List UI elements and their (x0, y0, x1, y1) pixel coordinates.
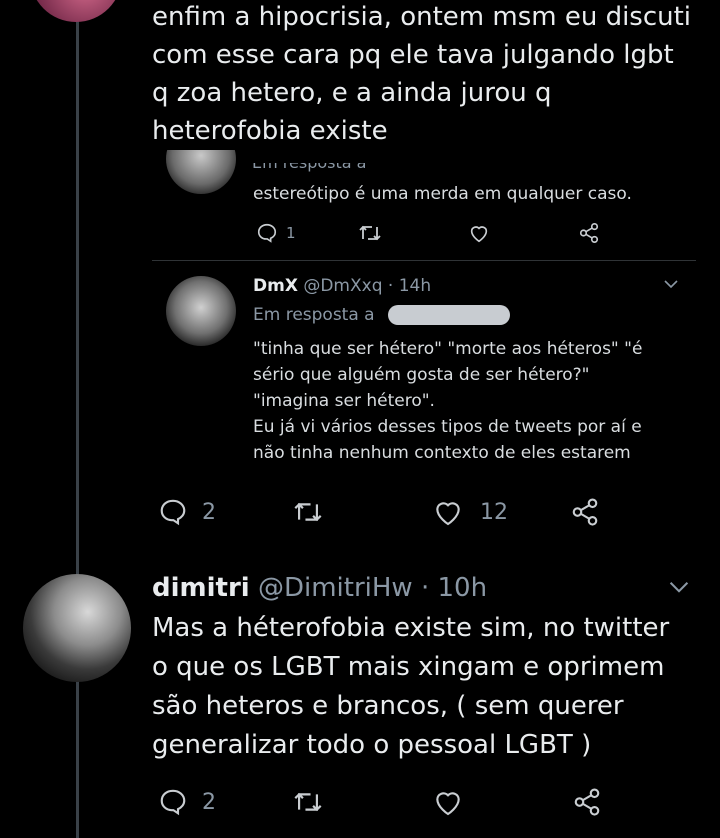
tweet-header: dimitri @DimitriHw · 10h (152, 571, 487, 605)
share-icon[interactable] (578, 222, 600, 244)
tweet-header: DmX @DmXxq · 14h (253, 275, 431, 298)
tweet-text-line: com esse cara pq ele tava julgando lgbt (152, 40, 674, 70)
display-name[interactable]: DmX (253, 276, 298, 296)
reply-icon[interactable] (256, 222, 278, 244)
handle[interactable]: @DimitriHw (258, 573, 413, 603)
divider (152, 260, 696, 261)
share-icon[interactable] (572, 787, 602, 817)
reply-count: 1 (286, 224, 296, 242)
tweet-text-line: "tinha que ser hétero" "morte aos hétero… (253, 339, 643, 359)
tweet-text-line: "imagina ser hétero". (253, 391, 435, 411)
retweet-icon[interactable] (292, 788, 324, 816)
tweet-text-line: não tinha nenhum contexto de eles estare… (253, 443, 631, 463)
timestamp: · 14h (387, 276, 432, 296)
redacted-handle (388, 305, 510, 325)
thread-connector-line (76, 0, 79, 838)
share-icon[interactable] (570, 497, 600, 527)
reply-to-label: Em resposta a (253, 305, 375, 325)
like-icon[interactable] (468, 222, 490, 244)
like-count: 12 (480, 499, 508, 525)
reply-count: 2 (202, 499, 216, 525)
tweet-text-line: são heteros e brancos, ( sem querer (152, 691, 624, 721)
handle[interactable]: @DmXxq (303, 276, 382, 296)
tweet-text-line: o que os LGBT mais xingam e oprimem (152, 652, 665, 682)
like-icon[interactable] (432, 786, 464, 818)
tweet-text-line: Eu já vi vários desses tipos de tweets p… (253, 417, 642, 437)
like-icon[interactable] (432, 496, 464, 528)
quoted-reply-actions: 1 (256, 222, 600, 244)
retweet-icon[interactable] (358, 222, 382, 244)
tweet-text-line: generalizar todo o pessoal LGBT ) (152, 730, 592, 760)
tweet-text-line: q zoa hetero, e a ainda jurou q (152, 78, 552, 108)
tweet-text-line: sério que alguém gosta de ser hétero?" (253, 365, 590, 385)
avatar[interactable] (23, 574, 131, 682)
tweet-text-line: Mas a héterofobia existe sim, no twitter (152, 613, 670, 643)
retweet-icon[interactable] (292, 498, 324, 526)
tweet-text-line: enfim a hipocrisia, ontem msm eu discuti (152, 2, 692, 32)
tweet-actions: 2 (158, 786, 602, 818)
reply-count: 2 (202, 789, 216, 815)
timestamp: · 10h (420, 573, 488, 603)
tweet-text-line: heterofobia existe (152, 116, 388, 146)
tweet-actions: 2 12 (158, 496, 600, 528)
avatar[interactable] (30, 0, 122, 22)
display-name[interactable]: dimitri (152, 573, 250, 603)
avatar[interactable] (166, 276, 236, 346)
reply-to-label: Em resposta a (252, 153, 367, 172)
reply-icon[interactable] (158, 787, 188, 817)
reply-icon[interactable] (158, 497, 188, 527)
reply-text: estereótipo é uma merda em qualquer caso… (253, 184, 632, 204)
chevron-down-icon[interactable] (664, 279, 678, 289)
avatar (166, 150, 236, 194)
chevron-down-icon[interactable] (668, 580, 690, 594)
quoted-reply-card[interactable]: Em resposta a estereótipo é uma merda em… (152, 150, 696, 260)
